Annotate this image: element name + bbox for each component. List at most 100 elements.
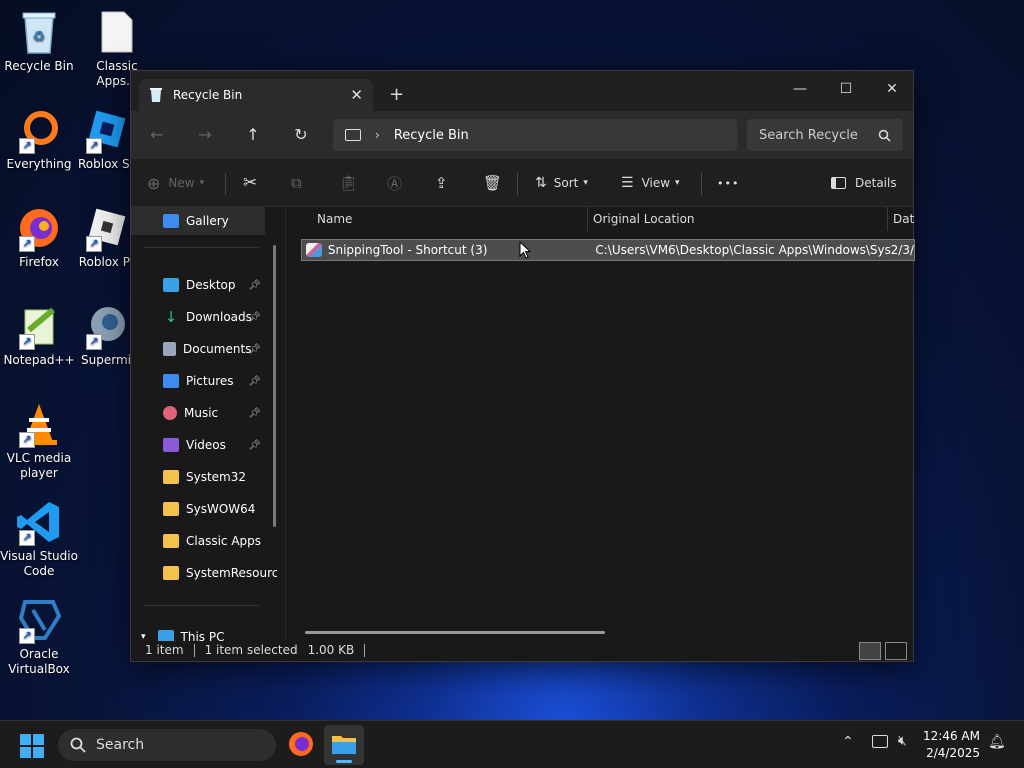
paste-button[interactable]: 📋︎ bbox=[339, 171, 358, 195]
pin-icon[interactable]: 📌︎ bbox=[248, 344, 261, 355]
file-icon bbox=[93, 8, 141, 56]
sidebar-scrollbar[interactable] bbox=[273, 245, 276, 527]
notification-bell-icon[interactable]: 🔔︎ bbox=[988, 734, 1006, 750]
tiles-view-toggle[interactable] bbox=[885, 642, 907, 660]
pin-icon[interactable]: 📌︎ bbox=[248, 440, 261, 451]
desktop-icon-notepad-plus-plus[interactable]: ↗ Notepad++ bbox=[0, 302, 78, 368]
new-button[interactable]: ⊕ New ▾ bbox=[147, 171, 204, 195]
back-button[interactable]: ← bbox=[147, 125, 167, 144]
search-box[interactable]: Search Recycle Bin bbox=[747, 119, 903, 151]
column-header-name[interactable]: Name bbox=[317, 207, 352, 231]
desktop-icon-vscode[interactable]: ↗ Visual Studio Code bbox=[0, 498, 78, 579]
vscode-icon: ↗ bbox=[15, 498, 63, 546]
desktop-icon-label: Oracle VirtualBox bbox=[8, 647, 70, 676]
sidebar-item-documents[interactable]: Documents 📌︎ bbox=[131, 335, 265, 363]
breadcrumb[interactable]: Recycle Bin bbox=[394, 128, 469, 143]
firefox-icon bbox=[289, 732, 313, 756]
pin-icon[interactable]: 📌︎ bbox=[248, 280, 261, 291]
plus-circle-icon: ⊕ bbox=[147, 173, 161, 193]
taskbar-search-label: Search bbox=[96, 737, 145, 753]
desktop-icon-firefox[interactable]: ↗ Firefox bbox=[0, 204, 78, 270]
maximize-button[interactable]: ☐ bbox=[823, 75, 869, 103]
tab-recycle-bin[interactable]: Recycle Bin ✕ bbox=[139, 79, 373, 111]
address-bar[interactable]: › Recycle Bin bbox=[333, 119, 737, 151]
pin-icon[interactable]: 📌︎ bbox=[248, 376, 261, 387]
new-tab-button[interactable]: + bbox=[389, 84, 404, 105]
details-view-toggle[interactable] bbox=[859, 642, 881, 660]
sidebar-item-desktop[interactable]: Desktop 📌︎ bbox=[131, 271, 265, 299]
horizontal-scrollbar[interactable] bbox=[305, 631, 605, 634]
pin-icon[interactable]: 📌︎ bbox=[248, 408, 261, 419]
column-divider[interactable] bbox=[887, 207, 888, 231]
desktop-icon-roblox-player[interactable]: ↗ Roblox Pl bbox=[78, 204, 134, 270]
table-row[interactable]: SnippingTool - Shortcut (3) C:\Users\VM6… bbox=[301, 239, 915, 261]
network-icon[interactable] bbox=[872, 735, 888, 748]
view-list-icon: ☰ bbox=[621, 175, 634, 191]
sidebar-item-label: Documents bbox=[183, 342, 252, 356]
taskbar-search[interactable]: Search bbox=[58, 729, 276, 761]
column-divider[interactable] bbox=[587, 207, 588, 231]
sidebar-item-videos[interactable]: Videos 📌︎ bbox=[131, 431, 265, 459]
status-divider bbox=[193, 643, 195, 657]
sort-ascending-icon: ⌃ bbox=[443, 207, 451, 211]
sidebar-item-label: System32 bbox=[186, 470, 247, 484]
share-button[interactable]: ⇪ bbox=[435, 171, 448, 195]
clock[interactable]: 12:46 AM 2/4/2025 bbox=[923, 728, 980, 762]
svg-text:♻: ♻ bbox=[33, 29, 46, 45]
refresh-button[interactable]: ↻ bbox=[291, 125, 311, 144]
desktop-icon-label: Roblox St bbox=[78, 157, 134, 171]
cut-button[interactable]: ✂ bbox=[243, 171, 257, 195]
desktop-icon-supermium[interactable]: ↗ Supermi bbox=[78, 302, 134, 368]
column-header-date[interactable]: Date bbox=[893, 207, 915, 231]
sidebar-item-syswow64[interactable]: SysWOW64 bbox=[131, 495, 265, 523]
sort-button[interactable]: ⇅ Sort ▾ bbox=[535, 171, 588, 195]
up-button[interactable]: ↑ bbox=[243, 125, 263, 144]
column-header-original-location[interactable]: Original Location bbox=[593, 207, 695, 231]
taskbar-firefox[interactable] bbox=[288, 731, 314, 760]
pin-icon[interactable]: 📌︎ bbox=[248, 312, 261, 323]
forward-button[interactable]: → bbox=[195, 125, 215, 144]
sort-label: Sort bbox=[553, 176, 579, 190]
selection-count: 1 item selected bbox=[204, 643, 298, 657]
delete-button[interactable]: 🗑︎ bbox=[483, 171, 502, 195]
view-button[interactable]: ☰ View ▾ bbox=[621, 171, 680, 195]
share-icon: ⇪ bbox=[435, 174, 448, 192]
volume-icon[interactable]: 🔇︎ bbox=[898, 733, 907, 749]
desktop-icon-vlc[interactable]: ↗ VLC media player bbox=[0, 400, 78, 481]
sidebar-item-systemresources[interactable]: SystemResourc bbox=[131, 559, 277, 587]
see-more-button[interactable]: ••• bbox=[717, 171, 739, 195]
details-pane-icon bbox=[831, 177, 846, 189]
sidebar-item-gallery[interactable]: Gallery bbox=[131, 207, 265, 235]
sidebar-item-downloads[interactable]: ↓ Downloads 📌︎ bbox=[131, 303, 265, 331]
start-button[interactable] bbox=[20, 734, 44, 758]
close-button[interactable]: ✕ bbox=[869, 75, 915, 103]
sidebar-item-music[interactable]: Music 📌︎ bbox=[131, 399, 265, 427]
desktop-icon-recycle-bin[interactable]: ♻ Recycle Bin bbox=[0, 8, 78, 74]
search-icon bbox=[878, 129, 891, 142]
chevron-right-icon[interactable]: › bbox=[375, 128, 380, 142]
rename-button[interactable]: Ⓐ bbox=[387, 171, 402, 195]
search-input[interactable]: Search Recycle Bin bbox=[759, 128, 859, 143]
desktop-icon-label: Roblox Pl bbox=[78, 255, 134, 269]
desktop-icon-virtualbox[interactable]: ↗ Oracle VirtualBox bbox=[0, 596, 78, 677]
folder-icon bbox=[163, 502, 179, 516]
sidebar-item-system32[interactable]: System32 bbox=[131, 463, 265, 491]
minimize-button[interactable]: — bbox=[777, 75, 823, 103]
status-bar: 1 item 1 item selected 1.00 KB bbox=[131, 639, 913, 661]
taskbar-file-explorer[interactable] bbox=[324, 725, 364, 765]
copy-icon: ⧉ bbox=[291, 174, 302, 192]
sidebar-item-label: Music bbox=[184, 406, 219, 420]
show-hidden-icons-button[interactable]: ⌃ bbox=[842, 734, 854, 750]
shortcut-arrow-icon: ↗ bbox=[86, 138, 102, 154]
tab-close-icon[interactable]: ✕ bbox=[350, 86, 363, 104]
desktop-icon-everything[interactable]: ↗ Everything bbox=[0, 106, 78, 172]
sidebar-item-classic-apps[interactable]: Classic Apps bbox=[131, 527, 265, 555]
copy-button[interactable]: ⧉ bbox=[291, 171, 302, 195]
desktop-icon-roblox-studio[interactable]: ↗ Roblox St bbox=[78, 106, 134, 172]
sidebar-item-label: Videos bbox=[186, 438, 226, 452]
details-label: Details bbox=[855, 176, 897, 190]
sidebar-item-pictures[interactable]: Pictures 📌︎ bbox=[131, 367, 265, 395]
details-pane-button[interactable]: Details bbox=[831, 171, 897, 195]
sidebar-item-label: SysWOW64 bbox=[186, 502, 256, 516]
new-label: New bbox=[168, 176, 195, 190]
